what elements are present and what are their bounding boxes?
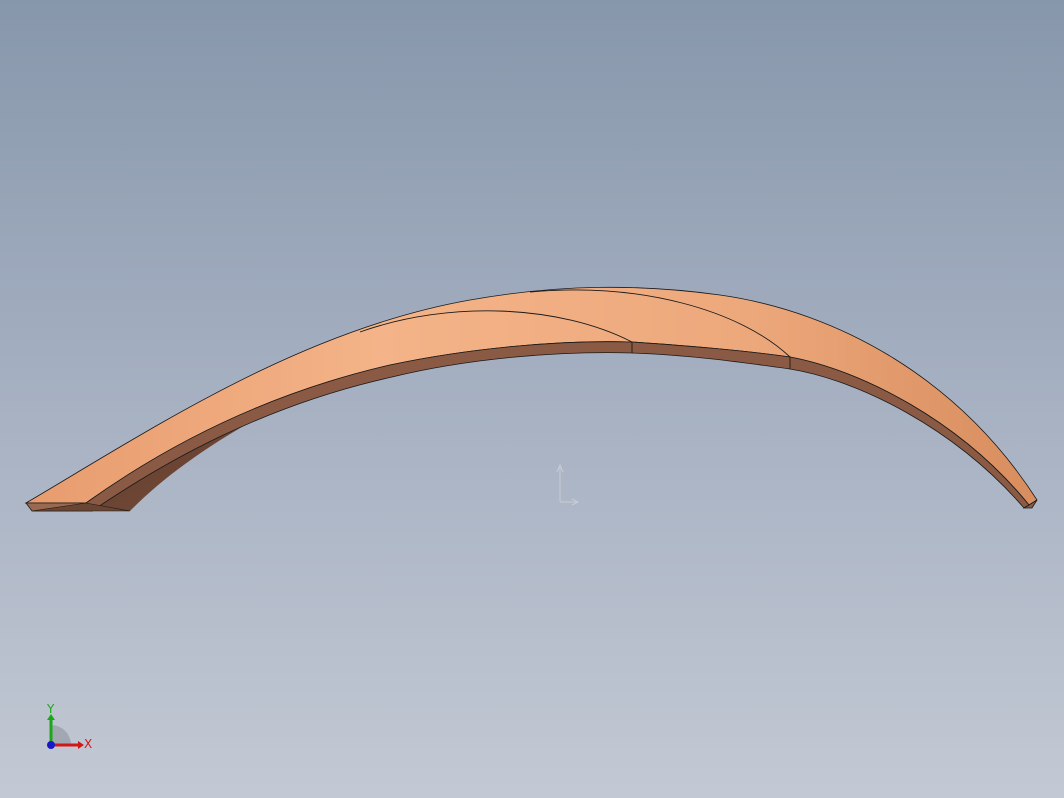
- x-axis-label: X: [84, 737, 92, 751]
- triad-quadrant: [51, 725, 71, 745]
- graphics-viewport[interactable]: X Y: [0, 0, 1064, 798]
- z-axis-dot: [47, 741, 55, 749]
- model-canvas[interactable]: X Y: [0, 0, 1064, 798]
- origin-marker: [556, 463, 580, 506]
- reference-triad[interactable]: X Y: [46, 702, 92, 751]
- y-axis-label: Y: [46, 702, 55, 716]
